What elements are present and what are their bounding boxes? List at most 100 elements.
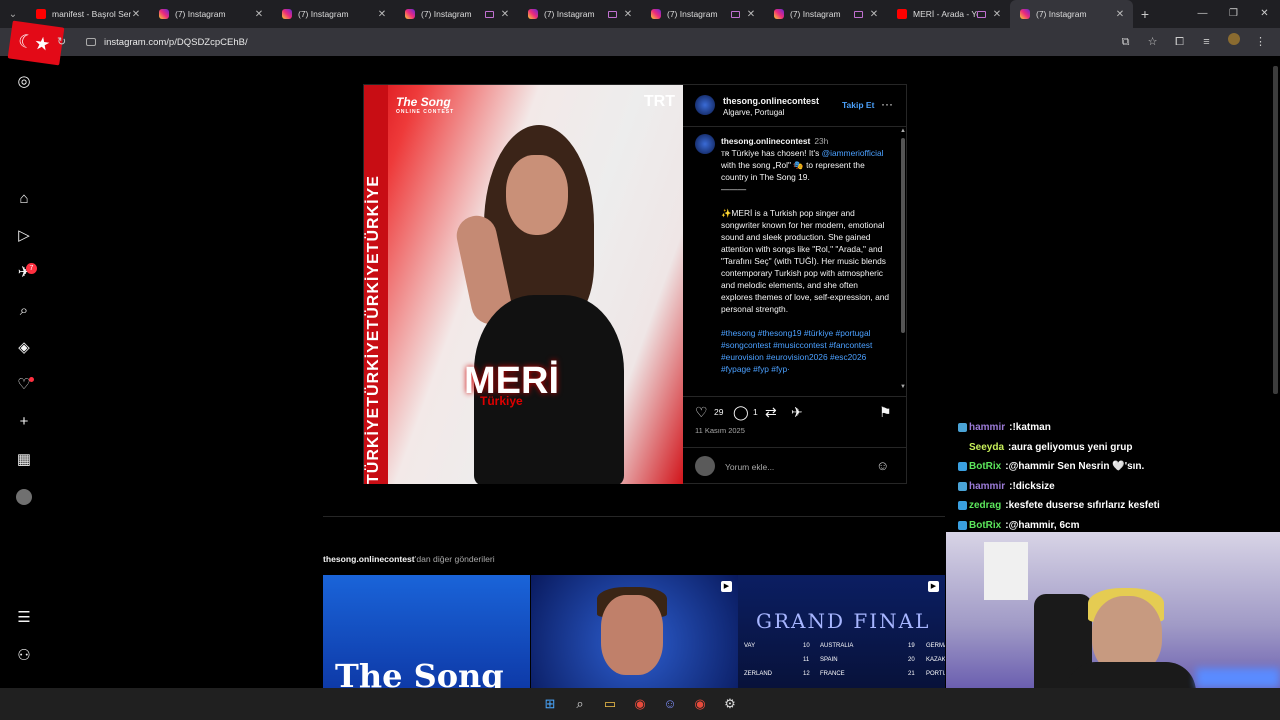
post-image[interactable]: TÜRKİYETÜRKİYETÜRKİYETÜRKİYE The Song ONL…	[364, 85, 683, 484]
search-icon[interactable]: ⌕	[14, 301, 34, 321]
search-taskbar-icon[interactable]: ⌕	[569, 693, 591, 715]
install-app-icon[interactable]: ⧉	[1114, 33, 1137, 51]
instagram-icon	[774, 9, 784, 19]
caption-scrollbar[interactable]: ▲ ▼	[899, 128, 907, 393]
share-icon[interactable]: ✈	[791, 404, 803, 421]
browser-tab[interactable]: (7) Instagram ✕	[395, 0, 518, 28]
reload-icon[interactable]: ↻	[57, 35, 66, 48]
caption-line-rest: with the song „Rol" 🎭 to represent the c…	[721, 160, 865, 182]
scoreboard-cell: AUSTRALIA	[820, 643, 854, 649]
new-tab-button[interactable]: +	[1133, 6, 1157, 22]
caption-username[interactable]: thesong.onlinecontest	[721, 136, 810, 146]
artist-country: Türkiye	[480, 394, 523, 408]
close-tab-icon[interactable]: ✕	[1115, 9, 1125, 20]
emoji-icon[interactable]: ☺	[876, 458, 889, 473]
close-tab-icon[interactable]: ✕	[992, 9, 1002, 20]
browser-tab[interactable]: (7) Instagram ✕	[1010, 0, 1133, 28]
reading-list-icon[interactable]: ≡	[1195, 33, 1218, 51]
chrome-icon-2[interactable]: ◉	[689, 693, 711, 715]
browser-tab[interactable]: (7) Instagram ✕	[641, 0, 764, 28]
scroll-thumb[interactable]	[901, 138, 905, 333]
chat-username: BotRix	[969, 519, 1002, 531]
account-avatar[interactable]	[695, 95, 715, 115]
minimize-icon[interactable]: —	[1187, 0, 1218, 28]
more-posts-account[interactable]: thesong.onlinecontest	[323, 554, 415, 564]
chrome-icon[interactable]: ◉	[629, 693, 651, 715]
post-header: thesong.onlinecontest Algarve, Portugal …	[683, 85, 907, 127]
browser-tab[interactable]: (7) Instagram ✕	[518, 0, 641, 28]
browser-menu-icon[interactable]: ⋮	[1249, 33, 1272, 51]
follow-button[interactable]: Takip Et	[842, 100, 874, 110]
chat-text: @hammir, 6cm	[1008, 519, 1080, 531]
create-plus-icon[interactable]: +	[14, 412, 34, 432]
more-options-icon[interactable]: ···	[881, 97, 893, 111]
close-tab-icon[interactable]: ✕	[623, 9, 633, 20]
post-thumbnail[interactable]: GRAND FINAL VAY 10 AUSTRALIA 19 GERMA 11 SPAIN…	[738, 575, 945, 688]
like-heart-icon[interactable]: ♡	[695, 404, 708, 421]
browser-tab[interactable]: (7) Instagram ✕	[149, 0, 272, 28]
close-tab-icon[interactable]: ✕	[869, 9, 879, 20]
media-playing-icon[interactable]	[608, 10, 617, 18]
windows-start-icon[interactable]: ⊞	[539, 693, 561, 715]
mention-link[interactable]: @iammeriofficial	[822, 148, 884, 158]
media-playing-icon[interactable]	[731, 10, 740, 18]
page-scrollbar[interactable]	[1271, 58, 1280, 398]
reels-icon[interactable]: ▷	[14, 226, 34, 246]
chat-message: hammir: !katman	[958, 418, 1280, 438]
url-text[interactable]: instagram.com/p/DQSDZcpCEhB/	[104, 37, 248, 48]
close-tab-icon[interactable]: ✕	[500, 9, 510, 20]
dashboard-icon[interactable]: ▦	[14, 450, 34, 470]
scoreboard-cell: 12	[803, 671, 810, 677]
close-tab-icon[interactable]: ✕	[746, 9, 756, 20]
close-tab-icon[interactable]: ✕	[131, 9, 141, 20]
browser-tab[interactable]: MERİ - Arada - YouTu ✕	[887, 0, 1010, 28]
scroll-up-icon[interactable]: ▲	[900, 128, 906, 134]
media-playing-icon[interactable]	[485, 10, 494, 18]
explore-icon[interactable]: ◈	[14, 338, 34, 358]
post-location[interactable]: Algarve, Portugal	[723, 108, 784, 117]
discord-icon[interactable]: ☺	[659, 693, 681, 715]
home-icon[interactable]: ⌂	[14, 189, 34, 209]
caption-area: thesong.onlinecontest 23h ᴛʀ Türkiye has …	[683, 128, 907, 396]
comment-count[interactable]: 1	[753, 407, 758, 417]
scoreboard-cell: 10	[803, 643, 810, 649]
post-thumbnail[interactable]: The Song	[323, 575, 530, 688]
threads-apps-icon[interactable]: ⚇	[14, 646, 34, 666]
browser-tab[interactable]: (7) Instagram ✕	[764, 0, 887, 28]
maximize-icon[interactable]: ❐	[1218, 0, 1249, 28]
post-date: 11 Kasım 2025	[695, 426, 745, 435]
more-menu-icon[interactable]: ☰	[14, 608, 34, 628]
profile-avatar-nav[interactable]	[16, 489, 32, 505]
chat-text: !dicksize	[1012, 480, 1055, 492]
repost-icon[interactable]: ⇄	[765, 404, 777, 421]
page-scroll-thumb[interactable]	[1273, 66, 1278, 394]
url-box[interactable]: instagram.com/p/DQSDZcpCEhB/	[80, 33, 1140, 51]
site-info-icon[interactable]	[86, 38, 96, 46]
media-playing-icon[interactable]	[854, 10, 863, 18]
extensions-icon[interactable]: ⧠	[1168, 33, 1191, 51]
save-bookmark-icon[interactable]: ⚑	[879, 404, 892, 421]
comment-input[interactable]: Yorum ekle...	[725, 462, 774, 472]
browser-toolbar: ⧉ ☆ ⧠ ≡ ⋮	[1110, 33, 1272, 51]
chat-username: hammir	[969, 480, 1006, 492]
browser-tab[interactable]: (7) Instagram ✕	[272, 0, 395, 28]
thumb-title: GRAND FINAL	[756, 609, 931, 633]
comment-box: Yorum ekle... ☺	[683, 447, 907, 483]
instagram-logo-icon[interactable]: ◎	[14, 72, 34, 92]
close-tab-icon[interactable]: ✕	[377, 9, 387, 20]
media-playing-icon[interactable]	[977, 10, 986, 18]
file-explorer-icon[interactable]: ▭	[599, 693, 621, 715]
browser-tab[interactable]: manifest - Başrol Sen ✕	[26, 0, 149, 28]
account-name[interactable]: thesong.onlinecontest	[723, 96, 819, 106]
scroll-down-icon[interactable]: ▼	[900, 384, 906, 390]
post-thumbnail[interactable]: ▶	[531, 575, 738, 688]
settings-icon[interactable]: ⚙	[719, 693, 741, 715]
hashtags[interactable]: #thesong #thesong19 #türkiye #portugal #…	[721, 327, 891, 375]
profile-avatar[interactable]	[1222, 33, 1245, 51]
close-window-icon[interactable]: ✕	[1249, 0, 1280, 28]
bookmark-star-icon[interactable]: ☆	[1141, 33, 1164, 51]
caption-avatar[interactable]	[695, 134, 715, 154]
comment-icon[interactable]: ◯	[733, 404, 749, 421]
close-tab-icon[interactable]: ✕	[254, 9, 264, 20]
like-count[interactable]: 29	[714, 407, 723, 417]
